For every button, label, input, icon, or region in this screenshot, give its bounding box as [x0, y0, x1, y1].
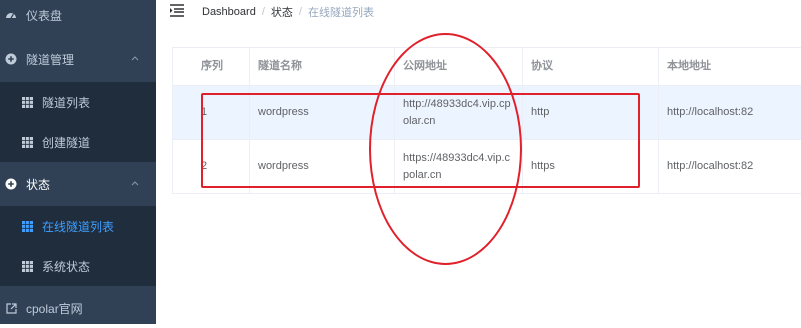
sidebar-item-label: 仪表盘 — [26, 8, 63, 23]
table-row[interactable]: 2 wordpress https://48933dc4.vip.cpolar.… — [173, 140, 801, 194]
cell-protocol: https — [523, 140, 659, 194]
chevron-up-icon — [131, 56, 139, 61]
tunnel-table: 序列 隧道名称 公网地址 协议 本地地址 1 wordpress http://… — [172, 47, 801, 194]
cell-public-url: http://48933dc4.vip.cpolar.cn — [395, 86, 523, 140]
sidebar: 仪表盘 隧道管理 隧道列表 创建隧道 状态 在线隧道列表 系统状态 cpolar… — [0, 0, 156, 324]
menu-toggle-icon[interactable] — [170, 3, 184, 17]
sidebar-item-label: 隧道列表 — [42, 95, 91, 110]
cell-local-address: http://localhost:82 — [659, 140, 801, 194]
cell-name: wordpress — [250, 140, 395, 194]
sidebar-item-label: 系统状态 — [42, 259, 91, 274]
breadcrumb-current: 在线隧道列表 — [307, 7, 374, 19]
column-header-index: 序列 — [173, 48, 250, 86]
breadcrumb-separator: / — [298, 6, 302, 18]
cell-name: wordpress — [250, 86, 395, 140]
sidebar-item-online-tunnel-list[interactable]: 在线隧道列表 — [0, 206, 156, 246]
column-header-local-address: 本地地址 — [659, 48, 801, 86]
sidebar-item-tunnel-management[interactable]: 隧道管理 — [0, 39, 156, 79]
breadcrumb: Dashboard / 状态 / 在线隧道列表 — [202, 4, 374, 20]
cell-protocol: http — [523, 86, 659, 140]
table-row[interactable]: 1 wordpress http://48933dc4.vip.cpolar.c… — [173, 86, 801, 140]
sidebar-item-label: 在线隧道列表 — [42, 219, 115, 234]
column-header-protocol: 协议 — [523, 48, 659, 86]
chevron-up-icon — [131, 181, 139, 186]
cell-local-address: http://localhost:82 — [659, 86, 801, 140]
sidebar-item-status[interactable]: 状态 — [0, 164, 156, 204]
dashboard-icon — [4, 8, 18, 22]
external-link-icon — [4, 301, 18, 315]
column-header-public-url: 公网地址 — [395, 48, 523, 86]
grid-icon — [20, 259, 34, 273]
sidebar-item-system-status[interactable]: 系统状态 — [0, 246, 156, 286]
sidebar-item-tunnel-list[interactable]: 隧道列表 — [0, 82, 156, 122]
cell-public-url: https://48933dc4.vip.cpolar.cn — [395, 140, 523, 194]
sidebar-item-create-tunnel[interactable]: 创建隧道 — [0, 122, 156, 162]
grid-icon — [20, 135, 34, 149]
grid-icon — [20, 219, 34, 233]
column-header-name: 隧道名称 — [250, 48, 395, 86]
sidebar-item-cpolar-website[interactable]: cpolar官网 — [0, 288, 156, 328]
header: Dashboard / 状态 / 在线隧道列表 — [156, 0, 801, 26]
breadcrumb-status: 状态 — [270, 7, 293, 19]
plus-circle-icon — [4, 52, 18, 66]
cell-index: 2 — [173, 140, 250, 194]
sidebar-item-label: 隧道管理 — [26, 52, 75, 67]
grid-icon — [20, 95, 34, 109]
breadcrumb-dashboard[interactable]: Dashboard — [202, 6, 256, 18]
table-header-row: 序列 隧道名称 公网地址 协议 本地地址 — [173, 48, 801, 86]
sidebar-item-dashboard[interactable]: 仪表盘 — [0, 0, 156, 35]
plus-circle-icon — [4, 177, 18, 191]
sidebar-item-label: 创建隧道 — [42, 135, 91, 150]
cell-index: 1 — [173, 86, 250, 140]
sidebar-item-label: 状态 — [26, 177, 51, 192]
breadcrumb-separator: / — [261, 6, 265, 18]
sidebar-item-label: cpolar官网 — [26, 301, 83, 316]
